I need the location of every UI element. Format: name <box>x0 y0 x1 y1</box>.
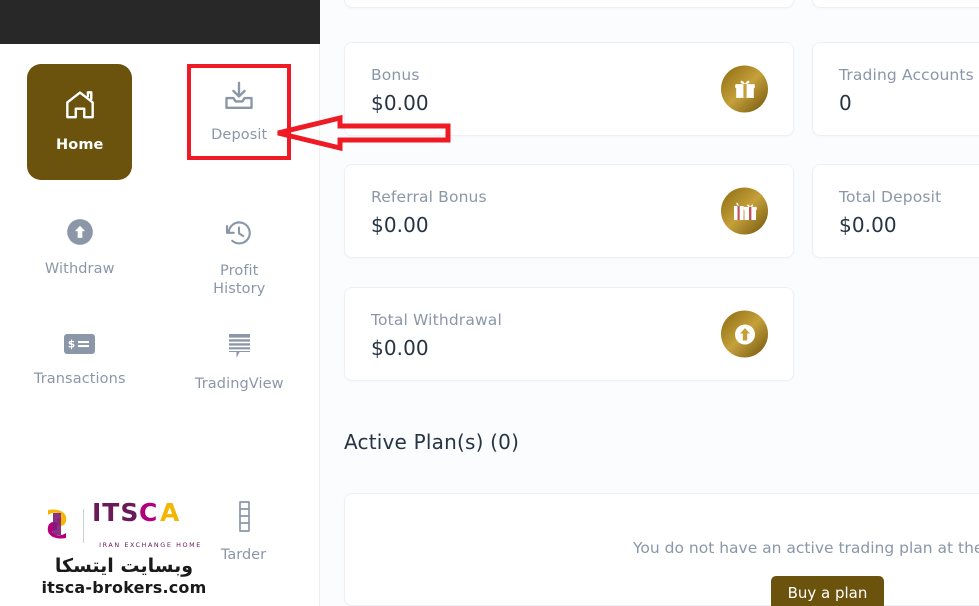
sidebar-item-profit-history[interactable]: Profit History <box>187 218 292 298</box>
deposit-icon <box>222 80 256 116</box>
itsca-mark-icon <box>39 505 75 547</box>
sidebar-item-transactions[interactable]: $ Transactions <box>27 332 132 388</box>
svg-text:$: $ <box>68 339 75 351</box>
main-content: Bonus $0.00 Referral Bonus $0.00 Total W… <box>320 0 979 606</box>
sidebar-cell-home: Home <box>0 64 160 180</box>
stat-card-referral-bonus-value: $0.00 <box>371 213 429 238</box>
svg-text:A: A <box>160 500 180 527</box>
sidebar-item-label-transactions: Transactions <box>33 371 126 388</box>
history-icon <box>224 218 254 252</box>
sidebar-item-label-home: Home <box>56 137 104 154</box>
stat-card-bonus-inner: Bonus $0.00 <box>345 43 793 135</box>
buy-a-plan-button[interactable]: Buy a plan <box>771 576 884 606</box>
withdraw-icon <box>66 218 94 250</box>
sidebar-item-label-tarder: Tarder <box>220 547 267 563</box>
sidebar-row-1: Home Deposit <box>0 64 319 180</box>
app-root: Home Deposit Withdraw Profit History $ T… <box>0 0 979 606</box>
sidebar-item-deposit[interactable]: Deposit <box>187 64 292 160</box>
sidebar-tile-grid: Home Deposit Withdraw Profit History $ T… <box>0 44 319 393</box>
stat-card-bonus-label: Bonus <box>371 66 420 84</box>
stat-card-bonus: Bonus $0.00 <box>344 42 794 136</box>
transactions-icon: $ <box>63 332 96 360</box>
stat-card-trading-accounts: Trading Accounts 0 <box>812 42 979 136</box>
stat-card-total-deposit-inner: Total Deposit $0.00 <box>813 165 979 257</box>
tradingview-icon <box>226 332 253 365</box>
stat-card-total-deposit-label: Total Deposit <box>839 188 942 206</box>
stat-card-total-deposit-value: $0.00 <box>839 213 897 238</box>
stat-card-total-withdrawal-label: Total Withdrawal <box>371 311 502 329</box>
empty-plan-message: You do not have an active trading plan a… <box>633 539 979 557</box>
sidebar-row-3: $ Transactions TradingView <box>0 332 319 393</box>
stat-card-cutoff-left <box>344 0 794 8</box>
stat-card-cutoff-right <box>812 0 979 8</box>
stat-card-trading-accounts-inner: Trading Accounts 0 <box>813 43 979 135</box>
arrow-up-circle-icon <box>721 310 768 358</box>
sidebar-cell-profit-history: Profit History <box>160 218 320 298</box>
sidebar-item-label-withdraw: Withdraw <box>44 261 115 277</box>
itsca-persian-text: وبسایت ایتسکا <box>54 555 194 577</box>
stat-card-total-withdrawal-value: $0.00 <box>371 336 429 361</box>
sidebar-cell-tradingview: TradingView <box>160 332 320 393</box>
stat-card-bonus-value: $0.00 <box>371 91 429 116</box>
sidebar-item-label-tradingview: TradingView <box>194 376 284 393</box>
itsca-url: itsca-brokers.com <box>41 578 207 597</box>
sidebar: Home Deposit Withdraw Profit History $ T… <box>0 44 320 606</box>
sidebar-item-label-deposit: Deposit <box>211 126 268 143</box>
sidebar-item-withdraw[interactable]: Withdraw <box>27 218 132 278</box>
active-plans-panel: You do not have an active trading plan a… <box>344 493 979 606</box>
tarder-icon <box>234 500 254 537</box>
stat-card-total-deposit: Total Deposit $0.00 <box>812 164 979 258</box>
itsca-logo-row: ITS C A IRAN EXCHANGE HOME <box>24 498 224 551</box>
logo-divider <box>82 508 84 543</box>
stat-card-referral-bonus-inner: Referral Bonus $0.00 <box>345 165 793 257</box>
itsca-tagline: IRAN EXCHANGE HOME <box>99 541 202 549</box>
sidebar-item-home[interactable]: Home <box>27 64 133 180</box>
stat-card-total-withdrawal-inner: Total Withdrawal $0.00 <box>345 288 793 380</box>
svg-text:C: C <box>139 500 158 527</box>
gift-icon <box>721 65 768 113</box>
sidebar-item-label-profit-history: Profit History <box>213 263 266 298</box>
sidebar-item-tradingview[interactable]: TradingView <box>187 332 292 393</box>
stat-card-trading-accounts-label: Trading Accounts <box>839 66 974 84</box>
sidebar-row-2: Withdraw Profit History <box>0 218 319 298</box>
active-plans-title: Active Plan(s) (0) <box>344 430 520 454</box>
sidebar-cell-deposit: Deposit <box>160 64 320 180</box>
stat-card-total-withdrawal: Total Withdrawal $0.00 <box>344 287 794 381</box>
itsca-wordmark: ITS C A IRAN EXCHANGE HOME <box>92 498 210 551</box>
sidebar-cell-transactions: $ Transactions <box>0 332 160 393</box>
gifts-icon <box>721 187 768 235</box>
svg-text:ITS: ITS <box>92 500 139 527</box>
home-icon <box>63 89 97 124</box>
top-dark-bar <box>0 0 320 44</box>
stat-card-trading-accounts-value: 0 <box>839 91 852 116</box>
sidebar-cell-withdraw: Withdraw <box>0 218 160 298</box>
stat-card-referral-bonus-label: Referral Bonus <box>371 188 487 206</box>
stat-card-referral-bonus: Referral Bonus $0.00 <box>344 164 794 258</box>
itsca-watermark: ITS C A IRAN EXCHANGE HOME وبسایت ایتسکا… <box>24 498 224 597</box>
